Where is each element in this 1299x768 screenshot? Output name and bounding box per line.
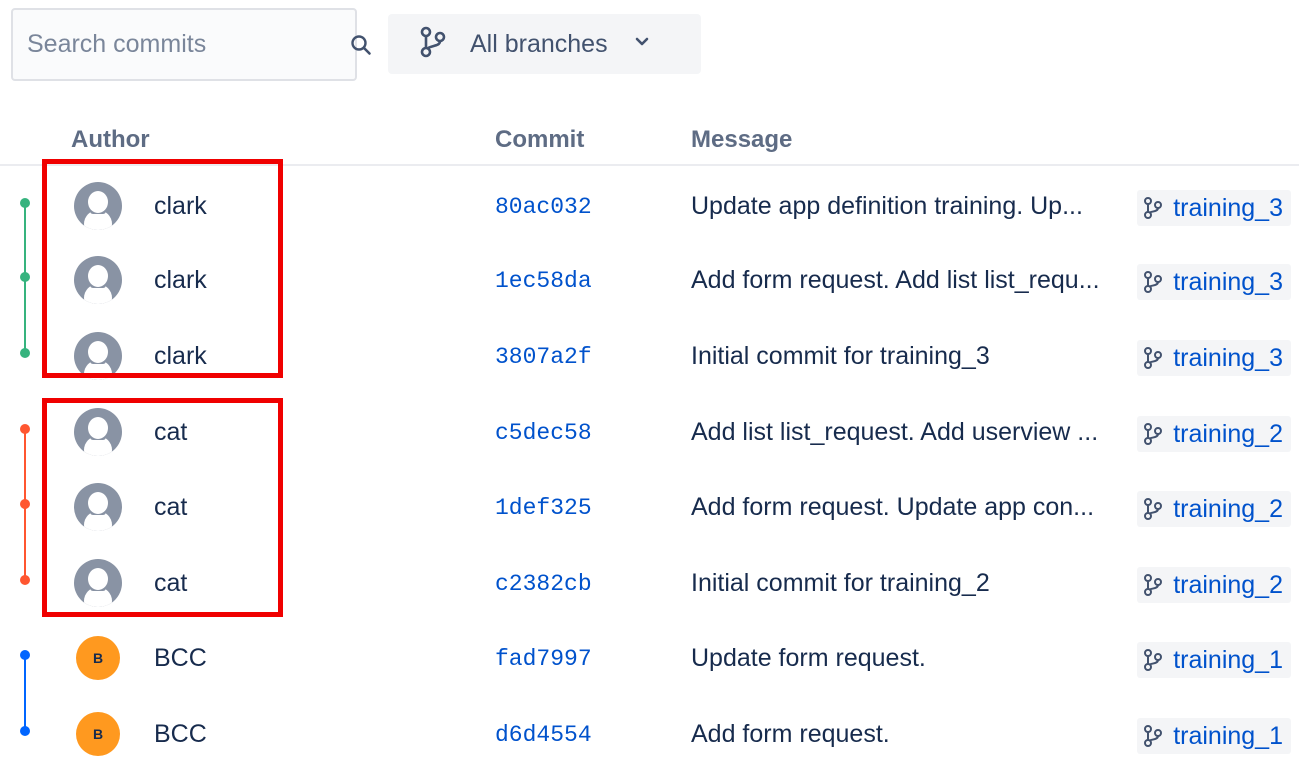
graph-node <box>20 499 30 509</box>
branch-tag-label: training_3 <box>1173 193 1283 222</box>
column-header-commit[interactable]: Commit <box>495 126 584 154</box>
commit-message: Add form request. Add list list_requ... <box>691 266 1100 294</box>
branch-icon <box>1143 573 1163 597</box>
branch-tag-label: training_1 <box>1173 645 1283 674</box>
branch-tag-label: training_3 <box>1173 343 1283 372</box>
branch-tag-label: training_3 <box>1173 267 1283 296</box>
branch-tag[interactable]: training_3 <box>1137 340 1291 376</box>
branch-icon <box>1143 270 1163 294</box>
commit-hash-link[interactable]: 1ec58da <box>495 268 592 294</box>
branch-icon <box>1143 196 1163 220</box>
graph-node <box>20 575 30 585</box>
chevron-down-icon <box>634 35 650 53</box>
graph-line <box>24 429 26 475</box>
graph-node <box>20 272 30 282</box>
graph-node <box>20 650 30 660</box>
commit-row[interactable]: B BCC fad7997 Update form request. training_… <box>0 622 1299 701</box>
branch-tag[interactable]: training_2 <box>1137 491 1291 527</box>
avatar: B <box>76 712 120 756</box>
graph-node <box>20 726 30 736</box>
commit-hash-link[interactable]: 3807a2f <box>495 344 592 370</box>
branch-tag[interactable]: training_3 <box>1137 264 1291 300</box>
commit-message: Update form request. <box>691 644 926 672</box>
commit-hash-link[interactable]: fad7997 <box>495 646 592 672</box>
commit-hash-link[interactable]: c2382cb <box>495 571 592 597</box>
branch-icon <box>1143 497 1163 521</box>
graph-line <box>24 655 26 701</box>
commit-message: Add form request. Update app con... <box>691 493 1095 521</box>
commit-hash-link[interactable]: c5dec58 <box>495 420 592 446</box>
graph-line <box>24 471 26 550</box>
graph-node <box>20 198 30 208</box>
branch-icon <box>1143 648 1163 672</box>
commit-hash-link[interactable]: d6d4554 <box>495 722 592 748</box>
commits-page: All branches Author Commit Message clark… <box>0 0 1299 768</box>
branch-tag[interactable]: training_1 <box>1137 718 1291 754</box>
branch-tag-label: training_2 <box>1173 419 1283 448</box>
branch-icon <box>1143 724 1163 748</box>
commit-message: Initial commit for training_3 <box>691 342 990 370</box>
branch-icon <box>1143 346 1163 370</box>
branch-tag-label: training_2 <box>1173 494 1283 523</box>
branch-filter-label: All branches <box>470 29 608 58</box>
graph-line <box>24 244 26 323</box>
branch-tag[interactable]: training_2 <box>1137 416 1291 452</box>
highlight-box-clark <box>42 159 283 378</box>
branch-tag-label: training_1 <box>1173 721 1283 750</box>
author-name: BCC <box>154 644 207 672</box>
branch-tag[interactable]: training_3 <box>1137 190 1291 226</box>
search-icon[interactable] <box>349 32 373 58</box>
graph-line <box>24 203 26 249</box>
search-input[interactable] <box>27 30 349 59</box>
branch-icon <box>418 25 448 64</box>
graph-node <box>20 348 30 358</box>
highlight-box-cat <box>42 398 283 617</box>
branch-tag-label: training_2 <box>1173 570 1283 599</box>
branch-tag[interactable]: training_1 <box>1137 642 1291 678</box>
branch-tag[interactable]: training_2 <box>1137 567 1291 603</box>
commit-message: Initial commit for training_2 <box>691 569 990 597</box>
column-header-author[interactable]: Author <box>71 126 150 154</box>
commit-message: Update app definition training. Up... <box>691 192 1083 220</box>
column-header-message[interactable]: Message <box>691 126 792 154</box>
commit-row[interactable]: B BCC d6d4554 Add form request. training_1 <box>0 698 1299 768</box>
branch-icon <box>1143 422 1163 446</box>
graph-node <box>20 424 30 434</box>
commit-hash-link[interactable]: 1def325 <box>495 495 592 521</box>
commit-hash-link[interactable]: 80ac032 <box>495 194 592 220</box>
search-box[interactable] <box>11 8 371 81</box>
commit-message: Add list list_request. Add userview ... <box>691 418 1099 446</box>
author-name: BCC <box>154 720 207 748</box>
avatar: B <box>76 636 120 680</box>
branch-filter-dropdown[interactable]: All branches <box>388 14 701 74</box>
commit-message: Add form request. <box>691 720 890 748</box>
